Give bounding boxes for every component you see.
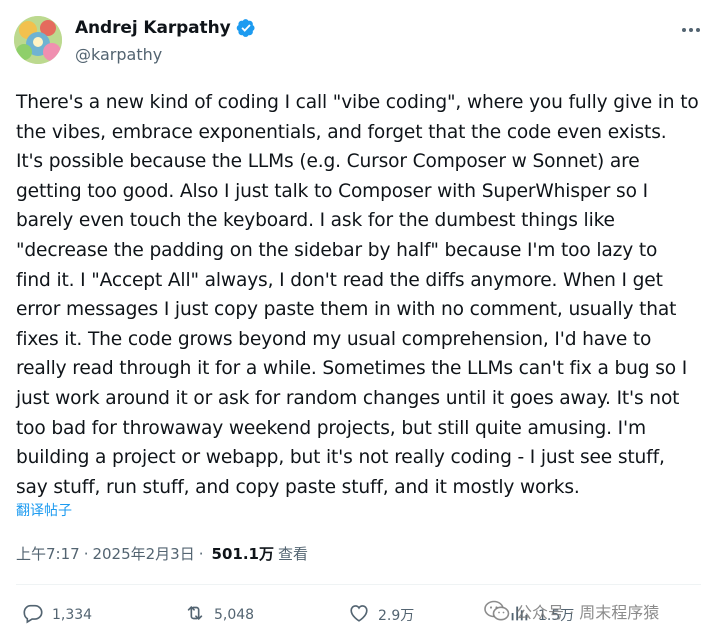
author-handle[interactable]: @karpathy: [75, 45, 162, 64]
tweet-views-count: 501.1万: [211, 545, 274, 563]
divider: [16, 584, 701, 585]
watermark: 公众号 · 周末程序猿: [484, 596, 659, 626]
tweet-text-line: error messages I just copy paste them in…: [16, 299, 677, 321]
tweet-card: Andrej Karpathy @karpathy There's a new …: [0, 0, 717, 638]
meta-separator: ·: [198, 544, 204, 563]
verified-badge-icon: [236, 18, 256, 38]
reply-bubble-icon: [22, 602, 44, 628]
heart-icon: [348, 602, 370, 628]
tweet-text-line: say stuff, run stuff, and copy paste stu…: [16, 476, 580, 498]
tweet-views-label: 查看: [277, 545, 308, 563]
retweet-icon: [184, 602, 206, 628]
tweet-text-line: find it. I "Accept All" always, I don't …: [16, 269, 663, 291]
reply-button[interactable]: 1,334: [22, 600, 92, 630]
tweet-text-line: building a project or webapp, but it's n…: [16, 447, 665, 469]
meta-separator: ·: [83, 544, 89, 563]
tweet-text: There's a new kind of coding I call "vib…: [16, 88, 708, 502]
tweet-text-line: fixes it. The code grows beyond my usual…: [16, 328, 652, 350]
retweet-count: 5,048: [214, 607, 255, 623]
retweet-button[interactable]: 5,048: [184, 600, 254, 630]
more-dots-icon[interactable]: [677, 20, 705, 40]
tweet-text-line: "decrease the padding on the sidebar by …: [16, 239, 658, 261]
reply-count: 1,334: [52, 607, 93, 623]
tweet-text-line: just work around it or ask for random ch…: [16, 387, 680, 409]
tweet-date[interactable]: 2025年2月3日: [92, 543, 194, 564]
like-count: 2.9万: [378, 608, 415, 624]
tweet-text-line: It's possible because the LLMs (e.g. Cur…: [16, 151, 640, 173]
tweet-text-line: getting too good. Also I just talk to Co…: [16, 180, 648, 202]
tweet-text-line: There's a new kind of coding I call "vib…: [16, 92, 699, 113]
translate-post-link[interactable]: 翻译帖子: [16, 500, 72, 520]
author-display-name[interactable]: Andrej Karpathy: [75, 18, 231, 38]
wechat-icon: [484, 600, 510, 622]
tweet-meta: 上午7:17 · 2025年2月3日 · 501.1万 查看: [16, 543, 308, 564]
tweet-time[interactable]: 上午7:17: [16, 543, 80, 564]
avatar[interactable]: [14, 16, 62, 64]
tweet-text-line: too bad for throwaway weekend projects, …: [16, 417, 646, 439]
like-button[interactable]: 2.9万: [348, 600, 414, 630]
tweet-text-line: really read through it for a while. Some…: [16, 358, 688, 380]
avatar-image: [14, 16, 62, 64]
author-name-row: Andrej Karpathy: [75, 18, 256, 38]
tweet-text-line: the vibes, embrace exponentials, and for…: [16, 121, 667, 143]
tweet-text-line: barely even touch the keyboard. I ask fo…: [16, 210, 615, 232]
watermark-text: 公众号 · 周末程序猿: [516, 603, 660, 622]
